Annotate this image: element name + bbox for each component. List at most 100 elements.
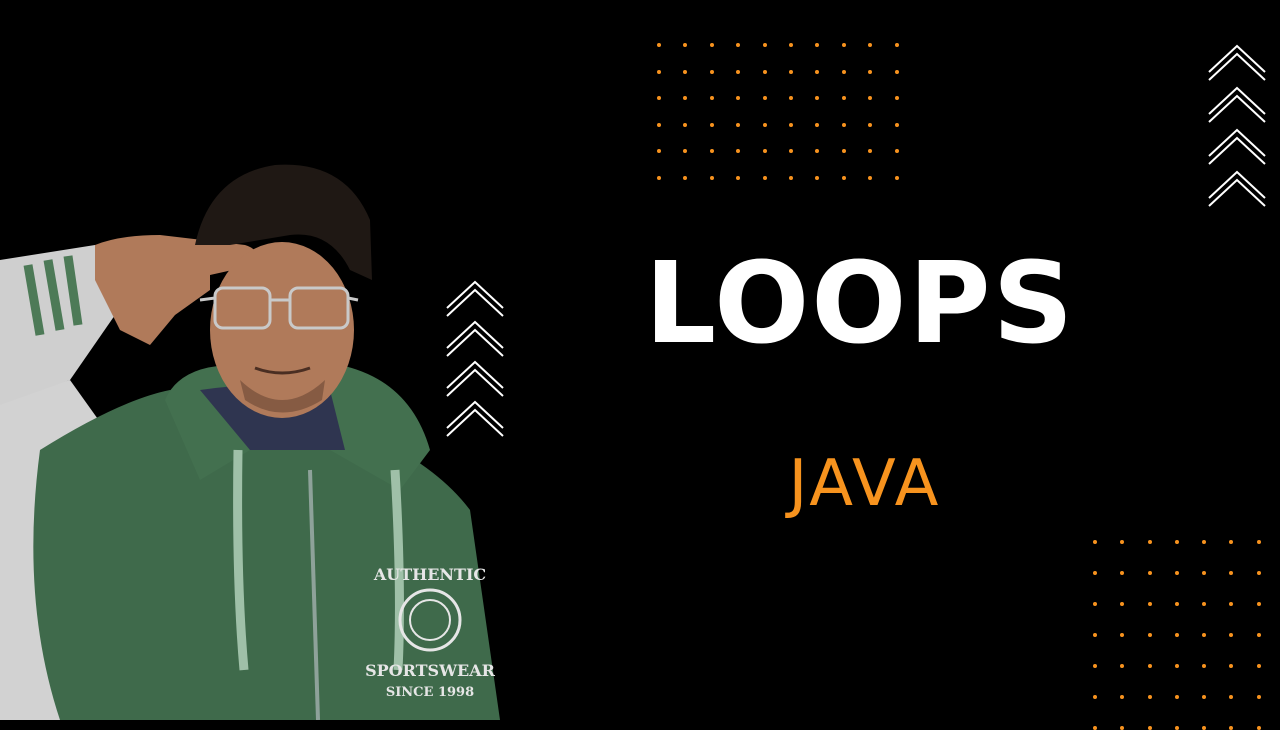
orange-dot xyxy=(1202,633,1207,637)
orange-dot xyxy=(657,175,661,180)
orange-dot xyxy=(841,43,846,47)
orange-dot xyxy=(709,149,714,154)
orange-dot xyxy=(1202,664,1207,668)
orange-dot xyxy=(894,175,899,180)
orange-dot xyxy=(868,69,873,74)
orange-dot xyxy=(788,96,793,101)
orange-dot xyxy=(736,96,741,101)
orange-dot xyxy=(815,96,820,101)
orange-dot xyxy=(815,122,820,127)
orange-dot xyxy=(1093,571,1097,575)
orange-dot xyxy=(1229,540,1234,544)
orange-dot xyxy=(1120,571,1125,575)
orange-dot xyxy=(1174,540,1179,544)
orange-dot xyxy=(1202,602,1207,606)
orange-dot xyxy=(868,96,873,101)
orange-dot xyxy=(1229,726,1234,730)
orange-dot xyxy=(1229,633,1234,637)
orange-dot xyxy=(1120,602,1125,606)
orange-dot xyxy=(894,69,899,74)
dot-grid-bottom xyxy=(1093,540,1261,730)
orange-dot xyxy=(1174,664,1179,668)
orange-dot xyxy=(736,43,741,47)
orange-dot xyxy=(788,149,793,154)
face xyxy=(210,242,354,418)
jacket-text-bottom: SPORTSWEAR xyxy=(365,661,496,680)
orange-dot xyxy=(1174,726,1179,730)
orange-dot xyxy=(762,43,767,47)
orange-dot xyxy=(894,149,899,154)
orange-dot xyxy=(841,175,846,180)
video-title: LOOPS xyxy=(644,239,1076,369)
orange-dot xyxy=(762,122,767,127)
orange-dot xyxy=(841,69,846,74)
orange-dot xyxy=(709,43,714,47)
orange-dot xyxy=(1120,726,1125,730)
orange-dot xyxy=(709,96,714,101)
orange-dot xyxy=(1256,726,1261,730)
orange-dot xyxy=(788,69,793,74)
orange-dot xyxy=(1093,664,1097,668)
orange-dot xyxy=(788,43,793,47)
orange-dot xyxy=(1256,695,1261,699)
orange-dot xyxy=(1147,540,1152,544)
orange-dot xyxy=(815,43,820,47)
orange-dot xyxy=(1120,695,1125,699)
orange-dot xyxy=(1174,571,1179,575)
orange-dot xyxy=(762,69,767,74)
orange-dot xyxy=(788,122,793,127)
orange-dot xyxy=(1147,664,1152,668)
orange-dot xyxy=(1256,633,1261,637)
orange-dot xyxy=(894,96,899,101)
orange-dot xyxy=(1093,602,1097,606)
orange-dot xyxy=(1256,571,1261,575)
orange-dot xyxy=(762,175,767,180)
chevron-stack-right xyxy=(1208,44,1266,207)
orange-dot xyxy=(1093,695,1097,699)
orange-dot xyxy=(1256,540,1261,544)
orange-dot xyxy=(1174,695,1179,699)
orange-dot xyxy=(1229,695,1234,699)
orange-dot xyxy=(657,122,661,127)
orange-dot xyxy=(1147,695,1152,699)
jacket-text-since: SINCE 1998 xyxy=(386,685,474,700)
orange-dot xyxy=(841,96,846,101)
orange-dot xyxy=(1229,602,1234,606)
orange-dot xyxy=(894,122,899,127)
dot-grid-top xyxy=(657,43,899,180)
orange-dot xyxy=(1229,571,1234,575)
orange-dot xyxy=(683,43,688,47)
orange-dot xyxy=(1174,602,1179,606)
orange-dot xyxy=(1147,571,1152,575)
orange-dot xyxy=(868,122,873,127)
orange-dot xyxy=(841,149,846,154)
orange-dot xyxy=(868,43,873,47)
orange-dot xyxy=(683,96,688,101)
orange-dot xyxy=(1120,633,1125,637)
orange-dot xyxy=(736,122,741,127)
orange-dot xyxy=(709,175,714,180)
orange-dot xyxy=(1229,664,1234,668)
orange-dot xyxy=(762,149,767,154)
orange-dot xyxy=(762,96,767,101)
orange-dot xyxy=(841,122,846,127)
orange-dot xyxy=(683,175,688,180)
orange-dot xyxy=(709,69,714,74)
orange-dot xyxy=(683,69,688,74)
orange-dot xyxy=(1202,540,1207,544)
orange-dot xyxy=(894,43,899,47)
orange-dot xyxy=(1120,664,1125,668)
orange-dot xyxy=(736,69,741,74)
orange-dot xyxy=(1147,633,1152,637)
orange-dot xyxy=(736,149,741,154)
orange-dot xyxy=(1147,602,1152,606)
orange-dot xyxy=(736,175,741,180)
orange-dot xyxy=(1256,664,1261,668)
orange-dot xyxy=(1120,540,1125,544)
orange-dot xyxy=(683,149,688,154)
orange-dot xyxy=(657,69,661,74)
orange-dot xyxy=(1093,633,1097,637)
orange-dot xyxy=(788,175,793,180)
person-photo: AUTHENTIC SPORTSWEAR SINCE 1998 xyxy=(0,164,500,720)
orange-dot xyxy=(868,175,873,180)
